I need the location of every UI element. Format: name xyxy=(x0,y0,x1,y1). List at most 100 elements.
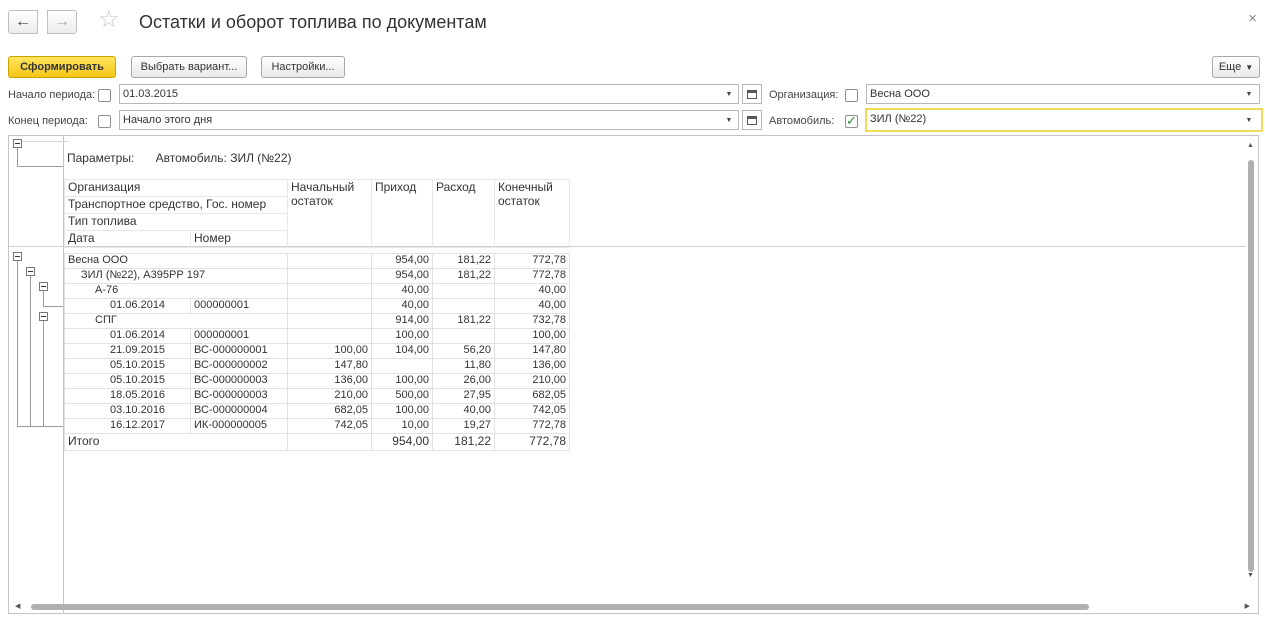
collapse-group-icon[interactable] xyxy=(13,139,22,148)
period-end-label: Конец периода: xyxy=(8,115,88,127)
row-income: 914,00 xyxy=(371,313,433,329)
row-opening xyxy=(287,283,372,299)
table-row[interactable]: 21.09.2015 ВС-000000001 100,00 104,00 56… xyxy=(64,343,570,359)
row-expense: 27,95 xyxy=(432,388,495,404)
row-date: 21.09.2015 xyxy=(64,343,191,359)
row-opening: 136,00 xyxy=(287,373,372,389)
calendar-icon xyxy=(747,89,757,99)
row-date: 18.05.2016 xyxy=(64,388,191,404)
table-row[interactable]: 01.06.2014 000000001 100,00 100,00 xyxy=(64,328,570,344)
scroll-up-icon[interactable]: ▲ xyxy=(1247,142,1254,149)
collapse-group-icon[interactable] xyxy=(39,312,48,321)
row-date: 01.06.2014 xyxy=(64,328,191,344)
report-parameters: Параметры: Автомобиль: ЗИЛ (№22) xyxy=(67,151,292,165)
calendar-button[interactable] xyxy=(742,84,762,104)
horizontal-scroll-thumb[interactable] xyxy=(31,604,1089,610)
organization-checkbox[interactable] xyxy=(845,89,858,102)
row-closing: 40,00 xyxy=(494,283,570,299)
row-opening xyxy=(287,253,372,269)
collapse-group-icon[interactable] xyxy=(26,267,35,276)
report-area[interactable]: Параметры: Автомобиль: ЗИЛ (№22) Организ… xyxy=(8,135,1259,614)
row-closing: 742,05 xyxy=(494,403,570,419)
organization-field[interactable]: Весна ООО xyxy=(866,84,1260,104)
row-expense xyxy=(432,298,495,314)
scroll-down-icon[interactable]: ▼ xyxy=(1247,572,1254,579)
row-expense: 19,27 xyxy=(432,418,495,434)
row-closing: 732,78 xyxy=(494,313,570,329)
table-row[interactable]: 01.06.2014 000000001 40,00 40,00 xyxy=(64,298,570,314)
row-income: 100,00 xyxy=(371,373,433,389)
row-opening xyxy=(287,313,372,329)
period-start-field[interactable]: 01.03.2015 xyxy=(119,84,739,104)
table-row[interactable]: А-76 40,00 40,00 xyxy=(64,283,570,299)
row-income: 10,00 xyxy=(371,418,433,434)
generate-report-button[interactable]: Сформировать xyxy=(8,56,116,78)
row-closing: 210,00 xyxy=(494,373,570,389)
collapse-group-icon[interactable] xyxy=(39,282,48,291)
row-expense: 181,22 xyxy=(432,268,495,284)
tree-line xyxy=(17,426,63,427)
row-closing: 772,78 xyxy=(494,253,570,269)
row-income: 954,00 xyxy=(371,253,433,269)
table-row[interactable]: СПГ 914,00 181,22 732,78 xyxy=(64,313,570,329)
row-expense: 181,22 xyxy=(432,253,495,269)
row-opening: 742,05 xyxy=(287,418,372,434)
close-icon[interactable]: × xyxy=(1248,10,1257,27)
table-row[interactable]: 18.05.2016 ВС-000000003 210,00 500,00 27… xyxy=(64,388,570,404)
row-opening: 147,80 xyxy=(287,358,372,374)
calendar-button[interactable] xyxy=(742,110,762,130)
row-opening: 100,00 xyxy=(287,343,372,359)
total-label: Итого xyxy=(64,433,288,451)
row-label: А-76 xyxy=(64,283,288,299)
period-end-checkbox[interactable] xyxy=(98,115,111,128)
total-row[interactable]: Итого 954,00 181,22 772,78 xyxy=(64,433,570,451)
row-number: 000000001 xyxy=(190,328,288,344)
vehicle-field[interactable]: ЗИЛ (№22) xyxy=(865,108,1263,132)
settings-button[interactable]: Настройки... xyxy=(261,56,345,78)
table-row[interactable]: ЗИЛ (№22), А395РР 197 954,00 181,22 772,… xyxy=(64,268,570,284)
table-row[interactable]: 16.12.2017 ИК-000000005 742,05 10,00 19,… xyxy=(64,418,570,434)
tree-line xyxy=(21,141,69,142)
row-number: ИК-000000005 xyxy=(190,418,288,434)
header-opening: Начальный остаток xyxy=(287,179,372,248)
horizontal-scrollbar[interactable]: ◀ ▶ xyxy=(15,603,1250,611)
period-start-checkbox[interactable] xyxy=(98,89,111,102)
scroll-left-icon[interactable]: ◀ xyxy=(15,602,20,610)
period-end-field[interactable]: Начало этого дня xyxy=(119,110,739,130)
favorite-star-icon[interactable]: ☆ xyxy=(98,8,120,32)
vehicle-checkbox[interactable] xyxy=(845,113,858,129)
arrow-right-icon: → xyxy=(54,13,70,30)
params-label: Параметры: xyxy=(67,151,135,165)
back-button[interactable]: ← xyxy=(8,10,38,34)
arrow-left-icon: ← xyxy=(15,13,31,30)
table-row[interactable]: 05.10.2015 ВС-000000002 147,80 11,80 136… xyxy=(64,358,570,374)
header-expense: Расход xyxy=(432,179,495,248)
scroll-right-icon[interactable]: ▶ xyxy=(1245,602,1250,610)
total-expense: 181,22 xyxy=(432,433,495,451)
header-organization: Организация xyxy=(64,179,288,197)
total-income: 954,00 xyxy=(371,433,433,451)
chevron-down-icon[interactable]: ▼ xyxy=(721,110,737,130)
report-table: Организация Начальный остаток Приход Рас… xyxy=(64,179,570,451)
vertical-scroll-thumb[interactable] xyxy=(1248,160,1254,572)
row-expense xyxy=(432,283,495,299)
row-closing: 147,80 xyxy=(494,343,570,359)
chevron-down-icon[interactable]: ▼ xyxy=(721,84,737,104)
chevron-down-icon[interactable]: ▼ xyxy=(1241,110,1257,130)
row-label: Весна ООО xyxy=(64,253,288,269)
organization-label: Организация: xyxy=(769,89,839,101)
table-row[interactable]: 05.10.2015 ВС-000000003 136,00 100,00 26… xyxy=(64,373,570,389)
tree-line xyxy=(43,306,63,307)
row-number: ВС-000000003 xyxy=(190,373,288,389)
table-row[interactable]: Весна ООО 954,00 181,22 772,78 xyxy=(64,253,570,269)
more-button[interactable]: Еще ▼ xyxy=(1212,56,1260,78)
select-variant-button[interactable]: Выбрать вариант... xyxy=(131,56,247,78)
vertical-scrollbar[interactable]: ▲ ▼ xyxy=(1247,142,1254,582)
table-row[interactable]: 03.10.2016 ВС-000000004 682,05 100,00 40… xyxy=(64,403,570,419)
collapse-group-icon[interactable] xyxy=(13,252,22,261)
table-header-row: Организация Начальный остаток Приход Рас… xyxy=(64,179,570,248)
header-fuel-type: Тип топлива xyxy=(64,213,288,231)
chevron-down-icon[interactable]: ▼ xyxy=(1241,84,1257,104)
calendar-icon xyxy=(747,115,757,125)
forward-button[interactable]: → xyxy=(47,10,77,34)
